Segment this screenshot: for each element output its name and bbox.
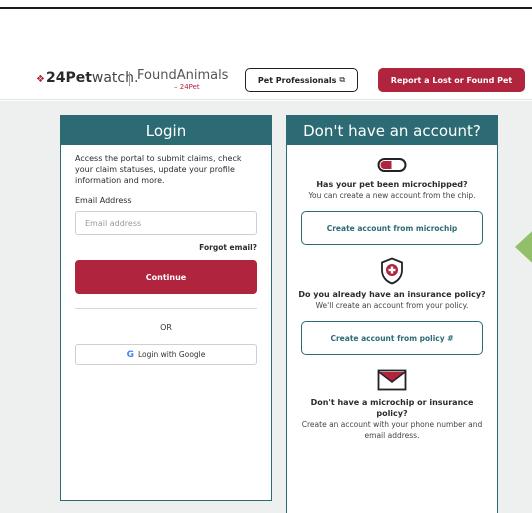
report-lost-found-button[interactable]: Report a Lost or Found Pet — [378, 68, 525, 92]
google-icon: G — [126, 349, 134, 360]
paw-icon: ❖ — [36, 74, 45, 85]
divider — [75, 308, 257, 309]
login-title: Login — [61, 116, 271, 145]
forgot-email-link[interactable]: Forgot email? — [75, 243, 257, 252]
microchip-question: Has your pet been microchipped? — [316, 180, 468, 189]
microchip-description: You can create a new account from the ch… — [308, 191, 476, 200]
create-from-microchip-button[interactable]: Create account from microchip — [301, 211, 483, 245]
site-header: ❖24Petwatch. FoundAnimals – 24Pet Pet Pr… — [0, 60, 532, 100]
microchip-icon — [297, 157, 487, 177]
create-from-policy-button[interactable]: Create account from policy # — [301, 321, 483, 355]
24petwatch-logo[interactable]: ❖24Petwatch. — [36, 70, 138, 86]
signup-card: Don't have an account? Has your pet been… — [286, 115, 498, 513]
or-separator: OR — [160, 323, 172, 332]
insurance-shield-icon — [297, 257, 487, 287]
no-chip-question: Don't have a microchip or insurance poli… — [310, 398, 474, 418]
insurance-description: We'll create an account from your policy… — [315, 301, 469, 310]
no-chip-description: Create an account with your phone number… — [301, 420, 483, 440]
insurance-question: Do you already have an insurance policy? — [298, 290, 486, 299]
login-card: Login Access the portal to submit claims… — [60, 115, 272, 501]
signup-title: Don't have an account? — [287, 116, 497, 145]
email-field[interactable]: Email address — [75, 211, 257, 235]
logo-divider — [129, 72, 130, 86]
top-border — [0, 0, 532, 9]
login-intro: Access the portal to submit claims, chec… — [75, 154, 242, 185]
mail-icon — [297, 369, 487, 393]
external-link-icon: ⧉ — [339, 75, 346, 84]
foundanimals-sub-logo: – 24Pet — [174, 83, 200, 91]
email-label: Email Address — [75, 196, 132, 205]
continue-button[interactable]: Continue — [75, 260, 257, 294]
pet-professionals-button[interactable]: Pet Professionals ⧉ — [245, 68, 358, 92]
page-body: Login Access the portal to submit claims… — [0, 101, 532, 513]
google-login-button[interactable]: G Login with Google — [75, 344, 257, 365]
foundanimals-logo[interactable]: FoundAnimals — [137, 68, 228, 83]
